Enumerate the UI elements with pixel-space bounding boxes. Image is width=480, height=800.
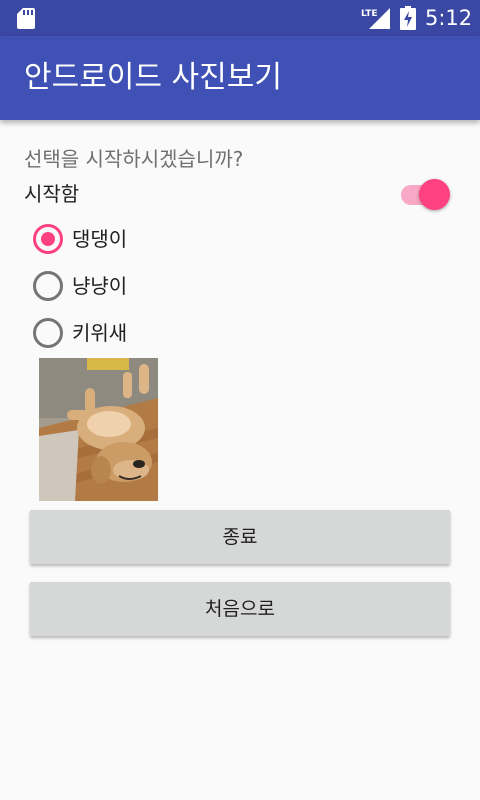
radio-label-dog: 댕댕이 xyxy=(72,227,128,251)
app-title: 안드로이드 사진보기 xyxy=(24,60,282,95)
exit-button[interactable]: 종료 xyxy=(30,510,450,564)
radio-label-kiwi: 키위새 xyxy=(72,321,128,345)
radio-label-cat: 냥냥이 xyxy=(72,274,128,298)
start-toggle-switch[interactable] xyxy=(399,176,453,212)
question-text: 선택을 시작하시겠습니까? xyxy=(24,147,244,171)
radio-option-dog[interactable]: 댕댕이 xyxy=(30,219,230,259)
app-bar: 안드로이드 사진보기 xyxy=(0,36,480,120)
start-switch-label: 시작함 xyxy=(24,182,80,206)
svg-text:LTE: LTE xyxy=(361,9,378,19)
radio-dot xyxy=(41,232,55,246)
start-switch-row: 시작함 xyxy=(0,176,480,214)
lte-signal-icon: LTE xyxy=(361,8,390,29)
status-bar: LTE 5:12 xyxy=(0,0,480,36)
radio-unchecked-icon xyxy=(33,271,63,301)
radio-unchecked-icon xyxy=(33,318,63,348)
restart-button[interactable]: 처음으로 xyxy=(30,582,450,636)
radio-option-cat[interactable]: 냥냥이 xyxy=(30,266,230,306)
sd-card-icon xyxy=(17,8,35,29)
dog-photo xyxy=(39,358,158,501)
switch-thumb xyxy=(419,179,450,210)
dog-photo-illustration xyxy=(39,358,158,501)
radio-option-kiwi[interactable]: 키위새 xyxy=(30,313,230,353)
status-clock: 5:12 xyxy=(425,6,473,30)
battery-charging-icon xyxy=(400,6,416,30)
radio-checked-icon xyxy=(33,224,63,254)
